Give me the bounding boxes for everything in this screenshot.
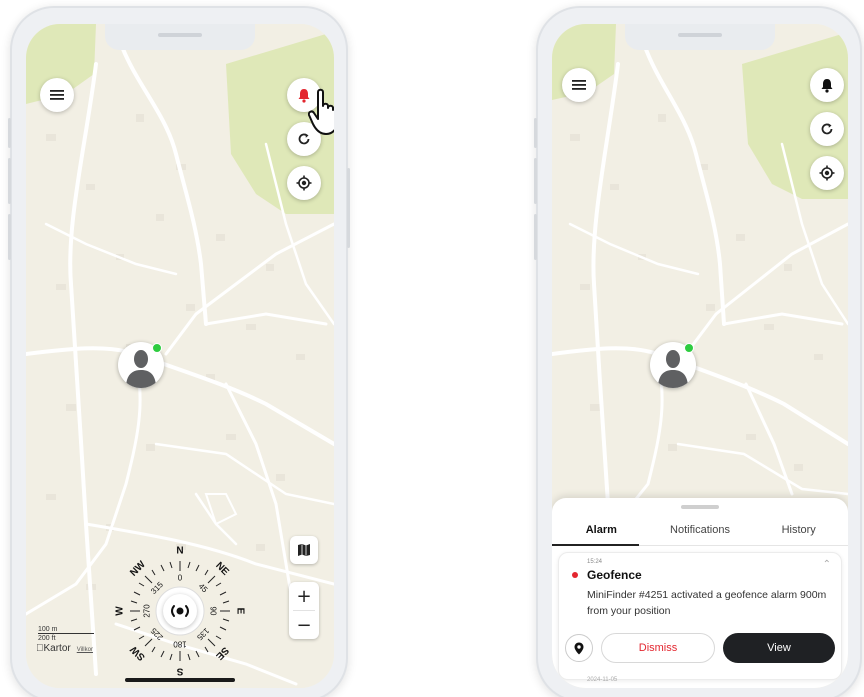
- zoom-in-button[interactable]: +: [289, 582, 319, 610]
- scale-imperial: 200 ft: [38, 635, 56, 642]
- compass-degree-270: 270: [142, 604, 152, 618]
- menu-button[interactable]: [40, 78, 74, 112]
- compass-degree-90: 90: [208, 606, 218, 616]
- online-status-dot: [684, 343, 694, 353]
- broadcast-icon: [171, 605, 189, 617]
- map-view[interactable]: [26, 24, 334, 688]
- my-location-button[interactable]: [287, 166, 321, 200]
- sheet-tabs: Alarm Notifications History: [552, 520, 848, 542]
- map-scale: 100 m 200 ft: [38, 626, 94, 642]
- compass-cardinal-w: W: [114, 606, 126, 616]
- view-button[interactable]: View: [723, 633, 835, 663]
- dismiss-button[interactable]: Dismiss: [601, 633, 715, 663]
- hamburger-icon: [50, 90, 64, 100]
- alarm-card[interactable]: 15:24 Geofence ⌃ MiniFinder #4251 activa…: [558, 552, 842, 683]
- compass-cardinal-n: N: [176, 545, 184, 557]
- tab-alarm[interactable]: Alarm: [552, 520, 651, 542]
- my-location-button[interactable]: [810, 156, 844, 190]
- map-type-button[interactable]: [290, 536, 318, 564]
- refresh-icon: [821, 123, 833, 135]
- phone-frame-right: Alarm Notifications History 15:24 Geofen…: [534, 6, 862, 697]
- next-alarm-date: 2024-11-05: [587, 677, 618, 683]
- map-screen-left[interactable]: N 0 NE 45 E 90 SE 135 S 180 SW 225 W 270 NW 315: [26, 24, 334, 688]
- scale-metric: 100 m: [38, 626, 58, 633]
- location-pin-icon: [574, 642, 584, 654]
- bell-icon: [821, 78, 833, 93]
- alarm-actions: Dismiss View: [565, 631, 835, 665]
- alarm-bottom-sheet: Alarm Notifications History 15:24 Geofen…: [552, 498, 848, 688]
- live-tracking-button[interactable]: [163, 594, 197, 628]
- legal-link[interactable]: Villkor: [77, 647, 93, 653]
- map-icon: [298, 544, 310, 556]
- alarm-title: Geofence: [587, 568, 642, 582]
- compass-cardinal-e: E: [234, 607, 246, 615]
- maps-logo: Kartor: [36, 643, 71, 654]
- phone-notch: [105, 24, 255, 50]
- show-on-map-button[interactable]: [565, 634, 593, 662]
- map-attribution: Kartor Villkor: [36, 643, 93, 654]
- phone-frame-left: N 0 NE 45 E 90 SE 135 S 180 SW 225 W 270 NW 315: [8, 6, 350, 697]
- compass-degree-0: 0: [177, 573, 183, 583]
- collapse-chevron-icon[interactable]: ⌃: [823, 559, 831, 570]
- home-indicator: [125, 678, 235, 682]
- active-tab-indicator: [552, 544, 639, 546]
- crosshair-icon: [819, 165, 835, 181]
- map-screen-right[interactable]: Alarm Notifications History 15:24 Geofen…: [552, 24, 848, 688]
- alarm-bell-button[interactable]: [810, 68, 844, 102]
- tab-history[interactable]: History: [749, 520, 848, 542]
- alarm-message: MiniFinder #4251 activated a geofence al…: [587, 589, 827, 617]
- crosshair-icon: [296, 175, 312, 191]
- online-status-dot: [152, 343, 162, 353]
- alarm-status-dot: [572, 572, 578, 578]
- phone-notch: [625, 24, 775, 50]
- hand-pointer-icon: [308, 88, 334, 135]
- compass-degree-180: 180: [173, 639, 187, 649]
- compass-cardinal-s: S: [176, 665, 184, 677]
- zoom-control: + −: [289, 582, 319, 639]
- zoom-out-button[interactable]: −: [289, 611, 319, 639]
- sheet-drag-handle[interactable]: [681, 505, 719, 509]
- tab-notifications[interactable]: Notifications: [651, 520, 750, 542]
- refresh-button[interactable]: [810, 112, 844, 146]
- showcase-stage: N 0 NE 45 E 90 SE 135 S 180 SW 225 W 270 NW 315: [0, 0, 864, 697]
- alarm-time: 15:24: [587, 559, 603, 565]
- hamburger-icon: [572, 80, 586, 90]
- menu-button[interactable]: [562, 68, 596, 102]
